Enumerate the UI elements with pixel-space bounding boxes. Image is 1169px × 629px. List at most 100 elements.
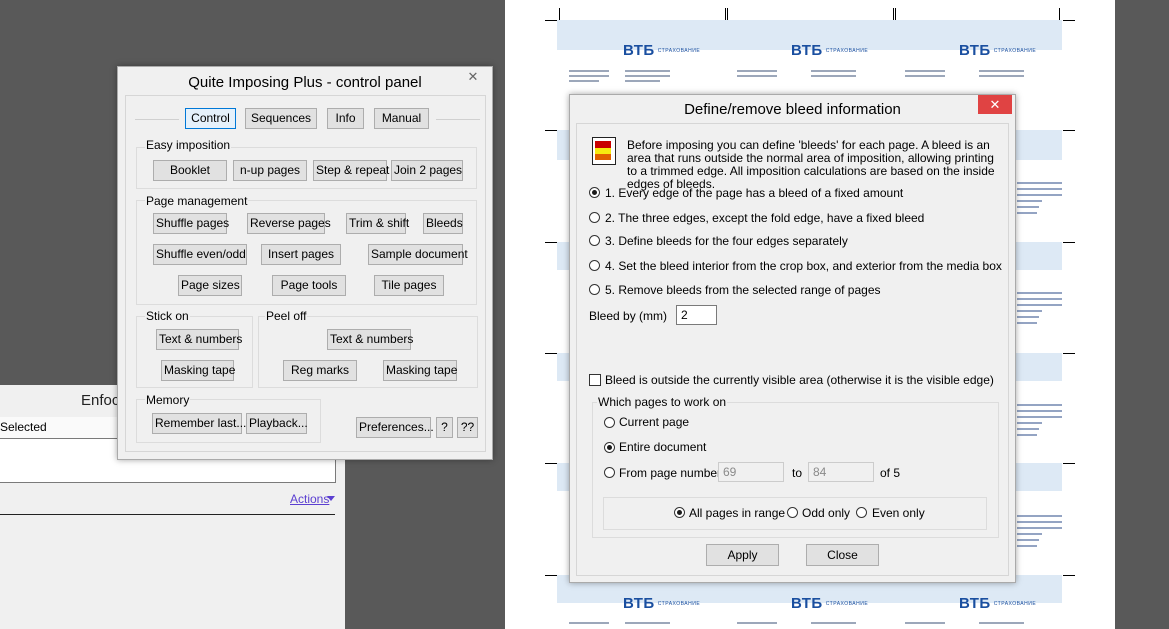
bleed-outside-checkbox[interactable] [589, 374, 601, 386]
memory-label: Memory [145, 393, 191, 407]
option-3-radio[interactable] [589, 235, 600, 246]
from-page-radio[interactable] [604, 467, 615, 478]
stick-on-masking-tape-button[interactable]: Masking tape [161, 360, 235, 381]
card-text-lines [979, 622, 1024, 627]
apply-button[interactable]: Apply [706, 544, 779, 566]
tab-manual[interactable]: Manual [374, 108, 429, 129]
reverse-pages-button[interactable]: Reverse pages [247, 213, 331, 234]
step-repeat-button[interactable]: Step & repeat [313, 160, 389, 181]
to-label: to [792, 466, 803, 480]
stick-on-label: Stick on [145, 309, 190, 323]
bleed-description: Before imposing you can define 'bleeds' … [627, 138, 995, 191]
booklet-button[interactable]: Booklet [153, 160, 227, 181]
remember-last-button[interactable]: Remember last... [152, 413, 246, 434]
crop-mark [1063, 130, 1075, 131]
control-panel-window: Quite Imposing Plus - control panel ✕ Co… [117, 66, 493, 460]
bleed-icon [592, 137, 616, 165]
close-button[interactable]: Close [806, 544, 879, 566]
current-page-radio[interactable] [604, 417, 615, 428]
card-text-lines [905, 622, 945, 627]
tile-pages-button[interactable]: Tile pages [374, 275, 444, 296]
selected-column-header[interactable]: Selected [0, 420, 47, 434]
crop-mark [559, 8, 560, 20]
page-tools-button[interactable]: Page tools [272, 275, 346, 296]
shuffle-pages-button[interactable]: Shuffle pages [153, 213, 229, 234]
page-management-label: Page management [145, 194, 249, 208]
peel-off-label: Peel off [265, 309, 308, 323]
sample-document-button[interactable]: Sample document [368, 244, 468, 265]
crop-mark [1063, 242, 1075, 243]
crop-mark [1059, 8, 1060, 20]
n-up-pages-button[interactable]: n-up pages [233, 160, 307, 181]
crop-mark [545, 353, 557, 354]
crop-mark [1063, 353, 1075, 354]
tab-control[interactable]: Control [185, 108, 236, 129]
close-icon[interactable]: ✕ [456, 67, 490, 87]
entire-document-radio[interactable] [604, 442, 615, 453]
option-3-label[interactable]: 3. Define bleeds for the four edges sepa… [605, 234, 848, 248]
bleed-by-label: Bleed by (mm) [589, 309, 668, 323]
bleed-dialog-window: Define/remove bleed information ✕ Before… [569, 94, 1016, 583]
bleed-by-input[interactable]: 2 [676, 305, 717, 325]
entire-document-label[interactable]: Entire document [619, 440, 706, 454]
crop-mark [545, 463, 557, 464]
vtb-logo: ВТБ СТРАХОВАНИЕ [959, 42, 1037, 59]
stick-on-text-numbers-button[interactable]: Text & numbers [156, 329, 242, 350]
card-text-lines [1017, 515, 1062, 551]
card-text-lines [1017, 182, 1062, 218]
tab-info[interactable]: Info [327, 108, 364, 129]
current-page-label[interactable]: Current page [619, 415, 689, 429]
help-extended-button[interactable]: ?? [457, 417, 478, 438]
tab-sequences[interactable]: Sequences [245, 108, 317, 129]
all-pages-radio[interactable] [674, 507, 685, 518]
vtb-logo: ВТБ СТРАХОВАНИЕ [623, 595, 701, 612]
crop-mark [545, 130, 557, 131]
even-only-radio[interactable] [856, 507, 867, 518]
card-text-lines [811, 622, 856, 627]
option-5-label[interactable]: 5. Remove bleeds from the selected range… [605, 283, 881, 297]
divider [0, 514, 335, 515]
join-2-pages-button[interactable]: Join 2 pages [391, 160, 463, 181]
crop-mark [727, 8, 728, 20]
crop-mark [895, 8, 896, 20]
chevron-down-icon[interactable] [327, 496, 335, 501]
close-icon[interactable]: ✕ [978, 95, 1012, 114]
peel-off-masking-tape-button[interactable]: Masking tape [383, 360, 457, 381]
option-2-label[interactable]: 2. The three edges, except the fold edge… [605, 211, 924, 225]
actions-link[interactable]: Actions [290, 492, 329, 506]
crop-mark [545, 575, 557, 576]
option-4-radio[interactable] [589, 260, 600, 271]
card-text-lines [737, 70, 777, 80]
help-button[interactable]: ? [436, 417, 453, 438]
reg-marks-button[interactable]: Reg marks [283, 360, 357, 381]
option-1-radio[interactable] [589, 187, 600, 198]
odd-only-radio[interactable] [787, 507, 798, 518]
option-1-label[interactable]: 1. Every edge of the page has a bleed of… [605, 186, 903, 200]
option-5-radio[interactable] [589, 284, 600, 295]
playback-button[interactable]: Playback... [246, 413, 308, 434]
bleed-outside-label[interactable]: Bleed is outside the currently visible a… [605, 373, 994, 387]
divider [436, 119, 480, 120]
crop-mark [545, 20, 557, 21]
crop-mark [1063, 20, 1075, 21]
insert-pages-button[interactable]: Insert pages [261, 244, 341, 265]
all-pages-label[interactable]: All pages in range [689, 506, 785, 520]
crop-mark [725, 8, 726, 20]
odd-only-label[interactable]: Odd only [802, 506, 850, 520]
from-page-input[interactable]: 69 [718, 462, 784, 482]
peel-off-text-numbers-button[interactable]: Text & numbers [327, 329, 413, 350]
even-only-label[interactable]: Even only [872, 506, 925, 520]
page-sizes-button[interactable]: Page sizes [178, 275, 242, 296]
option-4-label[interactable]: 4. Set the bleed interior from the crop … [605, 259, 1002, 273]
shuffle-even-odd-button[interactable]: Shuffle even/odd [153, 244, 247, 265]
to-page-input[interactable]: 84 [808, 462, 874, 482]
from-page-label[interactable]: From page number [619, 466, 721, 480]
trim-shift-button[interactable]: Trim & shift [346, 213, 409, 234]
option-2-radio[interactable] [589, 212, 600, 223]
crop-mark [893, 8, 894, 20]
preferences-button[interactable]: Preferences... [356, 417, 434, 438]
bleeds-button[interactable]: Bleeds [423, 213, 463, 234]
divider [135, 119, 179, 120]
vtb-logo: ВТБ СТРАХОВАНИЕ [791, 42, 869, 59]
easy-imposition-label: Easy imposition [145, 138, 232, 152]
